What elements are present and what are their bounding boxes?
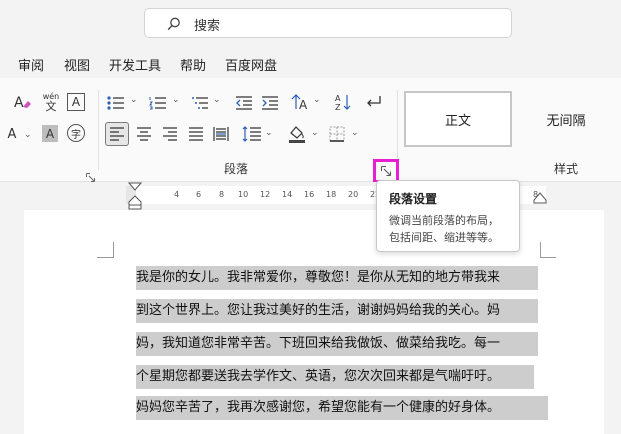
character-border-letter: A	[71, 95, 81, 109]
group-divider	[98, 90, 99, 170]
align-right-icon[interactable]	[161, 125, 179, 143]
ruler-tick: 16	[304, 190, 315, 199]
style-no-spacing[interactable]: 无间隔	[514, 91, 618, 147]
chevron-down-icon[interactable]: ⌄	[351, 128, 359, 138]
bullets-icon[interactable]	[106, 94, 126, 112]
increase-indent-icon[interactable]	[260, 94, 280, 112]
svg-text:A: A	[299, 98, 308, 111]
enclose-character-icon[interactable]: 字	[67, 124, 85, 142]
ruler-tick: 20	[348, 190, 359, 199]
style-normal[interactable]: 正文	[404, 91, 512, 147]
enclose-character-text: 字	[71, 129, 81, 141]
borders-icon[interactable]	[327, 124, 347, 144]
crop-mark	[113, 242, 114, 258]
tab-baidu-netdisk[interactable]: 百度网盘	[225, 55, 277, 74]
chinese-layout-icon[interactable]: A	[289, 92, 311, 112]
clear-format-icon[interactable]: A	[12, 92, 34, 112]
character-shading-letter: A	[45, 126, 55, 141]
paragraph-group-label: 段落	[224, 162, 249, 176]
tooltip-desc-line: 微调当前段落的布局，	[389, 214, 499, 227]
svg-text:A: A	[14, 95, 24, 111]
svg-text:Z: Z	[335, 103, 341, 111]
tab-view[interactable]: 视图	[64, 55, 90, 74]
ribbon: A wén 文 A A ⌄ A 字 ⌄ ⌄ ⌄ A ⌄ AZ ⌄ ⌄ ⌄ 段落 …	[0, 78, 621, 182]
show-formatting-marks-icon[interactable]	[363, 93, 383, 111]
justify-icon[interactable]	[187, 125, 205, 143]
distributed-icon[interactable]	[212, 125, 230, 143]
chevron-down-icon[interactable]: ⌄	[265, 128, 273, 138]
crop-mark	[540, 257, 556, 258]
title-bar: 搜索	[0, 0, 621, 46]
ruler-tick: 10	[238, 190, 249, 199]
ruler-tick: 6	[196, 190, 202, 199]
chevron-down-icon[interactable]: ⌄	[130, 95, 138, 105]
ruler-tick: 14	[282, 190, 293, 199]
paragraph-settings-tooltip: 段落设置 微调当前段落的布局， 包括间距、缩进等等。	[376, 180, 520, 252]
chevron-down-icon[interactable]: ⌄	[311, 128, 319, 138]
search-icon	[167, 17, 180, 31]
menu-bar: 审阅 视图 开发工具 帮助 百度网盘	[0, 46, 621, 78]
indent-marker-icon[interactable]	[128, 182, 142, 210]
chevron-down-icon[interactable]: ⌄	[313, 95, 321, 105]
font-size-letter[interactable]: A	[5, 124, 19, 144]
tooltip-title: 段落设置	[389, 192, 438, 206]
sort-icon[interactable]: AZ	[333, 92, 353, 112]
document-line[interactable]: 我是你的女儿。我非常爱你，尊敬您！是你从无知的地方带我来	[136, 266, 538, 290]
group-divider	[397, 90, 398, 170]
align-left-button[interactable]	[105, 122, 129, 146]
character-shading-icon[interactable]: A	[42, 125, 58, 142]
align-center-icon[interactable]	[135, 125, 153, 143]
dialog-launcher-icon	[381, 166, 391, 176]
ruler-tick: 8	[219, 190, 225, 199]
character-border-icon[interactable]: A	[67, 93, 85, 111]
search-placeholder: 搜索	[194, 19, 221, 34]
crop-mark	[97, 257, 113, 258]
chevron-down-icon[interactable]: ⌄	[172, 95, 180, 105]
phonetic-bottom: 文	[45, 100, 57, 113]
tab-developer[interactable]: 开发工具	[109, 55, 161, 74]
decrease-indent-icon[interactable]	[234, 94, 254, 112]
styles-group-label: 样式	[554, 162, 579, 176]
ruler-tick: 4	[174, 190, 180, 199]
svg-text:A: A	[335, 94, 341, 103]
ruler-tick: 12	[260, 190, 271, 199]
tooltip-desc-line: 包括间距、缩进等等。	[389, 231, 499, 244]
document-line[interactable]: 妈妈您辛苦了，我再次感谢您，希望您能有一个健康的好身体。	[136, 396, 548, 420]
document-line[interactable]: 到这个世界上。您让我过美好的生活，谢谢妈妈给我的关心。妈	[136, 299, 538, 323]
document-line[interactable]: 妈，我知道您非常辛苦。下班回来给我做饭、做菜给我吃。每一	[136, 332, 538, 356]
tooltip-description: 微调当前段落的布局， 包括间距、缩进等等。	[389, 212, 499, 246]
document-line[interactable]: 个星期您都要送我去学作文、英语，您次次回来都是气喘吁吁。	[136, 365, 534, 389]
font-dialog-launcher-icon[interactable]	[86, 167, 96, 182]
tab-review[interactable]: 审阅	[18, 55, 44, 74]
line-spacing-icon[interactable]	[241, 124, 263, 144]
font-size-letter-text: A	[7, 126, 17, 142]
multilevel-list-icon[interactable]	[190, 94, 210, 112]
crop-mark	[540, 242, 541, 258]
numbering-icon[interactable]	[148, 94, 168, 112]
search-box[interactable]: 搜索	[144, 8, 512, 38]
ruler-area: 4 6 8 10 12 14 16 18 20 22 24 8	[0, 182, 621, 210]
phonetic-guide-icon[interactable]: wén 文	[40, 90, 62, 114]
ruler-tick: 18	[326, 190, 337, 199]
right-indent-marker-icon[interactable]	[533, 192, 547, 204]
chevron-down-icon[interactable]: ⌄	[213, 95, 221, 105]
tab-help[interactable]: 帮助	[180, 55, 206, 74]
shading-icon[interactable]	[287, 123, 307, 145]
chevron-down-icon[interactable]: ⌄	[24, 130, 32, 140]
